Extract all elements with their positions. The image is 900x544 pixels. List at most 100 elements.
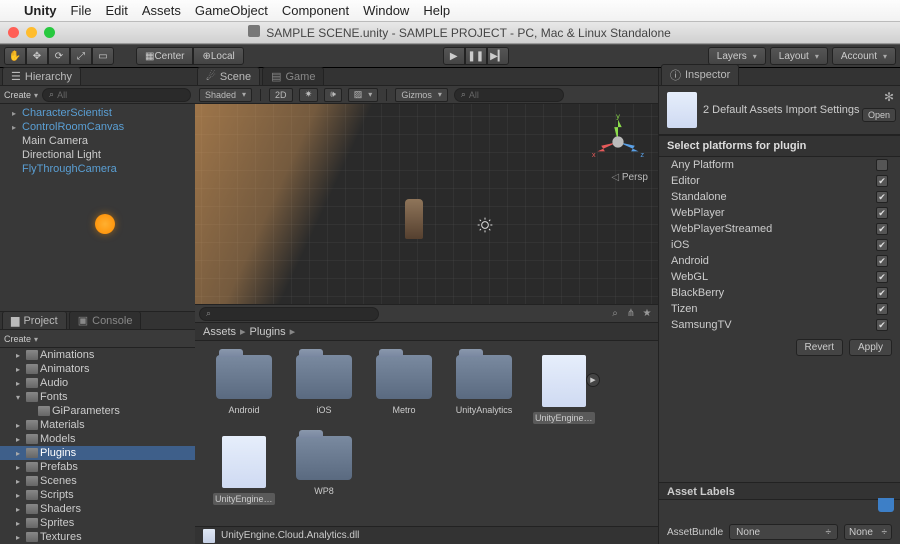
gear-icon[interactable]: ✻: [884, 90, 894, 104]
project-create[interactable]: Create: [4, 334, 38, 344]
menu-edit[interactable]: Edit: [105, 3, 127, 18]
account-dropdown[interactable]: Account: [832, 47, 896, 65]
menu-gameobject[interactable]: GameObject: [195, 3, 268, 18]
project-tree-item[interactable]: ▸Prefabs: [0, 460, 195, 474]
step-button[interactable]: ▶▎: [487, 47, 509, 65]
breadcrumb[interactable]: Assets▸Plugins▸: [195, 323, 658, 341]
projection-label[interactable]: Persp: [611, 172, 648, 183]
game-tab[interactable]: ▤ Game: [262, 67, 324, 85]
space-toggle[interactable]: ⊕ Local: [193, 47, 243, 65]
platform-checkbox[interactable]: ✔: [876, 191, 888, 203]
minimize-window-icon[interactable]: [26, 27, 37, 38]
asset-item[interactable]: iOS: [293, 355, 355, 424]
hierarchy-item[interactable]: FlyThroughCamera: [0, 162, 195, 176]
project-tree-item[interactable]: ▸Models: [0, 432, 195, 446]
filter-icon[interactable]: ⌕: [608, 307, 622, 321]
zoom-window-icon[interactable]: [44, 27, 55, 38]
folder-icon: [26, 364, 38, 374]
project-tree-item[interactable]: ▸Plugins: [0, 446, 195, 460]
project-search[interactable]: [199, 307, 379, 321]
layout-dropdown[interactable]: Layout: [770, 47, 828, 65]
audio-toggle[interactable]: 🕪: [324, 88, 342, 102]
2d-toggle[interactable]: 2D: [269, 88, 293, 102]
scene-view[interactable]: y z x Persp: [195, 104, 658, 304]
platform-checkbox[interactable]: ✔: [876, 223, 888, 235]
menu-file[interactable]: File: [71, 3, 92, 18]
platform-checkbox[interactable]: ✔: [876, 303, 888, 315]
svg-text:x: x: [592, 150, 596, 159]
hand-tool[interactable]: ✋: [4, 47, 26, 65]
platform-checkbox[interactable]: ✔: [876, 207, 888, 219]
assetbundle-variant-dropdown[interactable]: None÷: [844, 524, 892, 540]
platform-checkbox[interactable]: ✔: [876, 319, 888, 331]
platform-row: WebPlayer✔: [659, 205, 900, 221]
gizmos-dropdown[interactable]: Gizmos: [395, 88, 448, 102]
light-toggle[interactable]: ✷: [299, 88, 319, 102]
project-tree-item[interactable]: ▸Animations: [0, 348, 195, 362]
assetbundle-name-dropdown[interactable]: None÷: [729, 524, 838, 540]
project-tree-item[interactable]: ▸Scripts: [0, 488, 195, 502]
menu-app[interactable]: Unity: [24, 3, 57, 18]
scene-search[interactable]: All: [454, 88, 564, 102]
project-tree-item[interactable]: ▸Shaders: [0, 502, 195, 516]
project-tree-item[interactable]: ▸Materials: [0, 418, 195, 432]
platform-checkbox[interactable]: ✔: [876, 255, 888, 267]
inspector-tab[interactable]: ⓘ Inspector: [661, 64, 739, 85]
pivot-toggle[interactable]: ▦ Center: [136, 47, 193, 65]
project-tab[interactable]: ▆ Project: [2, 311, 67, 329]
hierarchy-item[interactable]: ▸CharacterScientist: [0, 106, 195, 120]
console-tab[interactable]: ▣ Console: [69, 311, 142, 329]
project-tree-item[interactable]: ▾Fonts: [0, 390, 195, 404]
pause-button[interactable]: ❚❚: [465, 47, 487, 65]
layers-dropdown[interactable]: Layers: [708, 47, 766, 65]
hierarchy-tab[interactable]: ☰ Hierarchy: [2, 67, 81, 85]
project-tree-item[interactable]: GiParameters: [0, 404, 195, 418]
asset-label: WP8: [293, 485, 355, 497]
close-window-icon[interactable]: [8, 27, 19, 38]
platform-checkbox[interactable]: ✔: [876, 287, 888, 299]
menu-window[interactable]: Window: [363, 3, 409, 18]
scale-tool[interactable]: ⤢: [70, 47, 92, 65]
hierarchy-item[interactable]: ▸ControlRoomCanvas: [0, 120, 195, 134]
play-button[interactable]: ▶: [443, 47, 465, 65]
rect-tool[interactable]: ▭: [92, 47, 114, 65]
orientation-gizmo[interactable]: y z x: [590, 114, 646, 170]
file-icon: ▶: [542, 355, 586, 407]
scene-tab[interactable]: ☄ Scene: [197, 67, 260, 85]
hierarchy-search[interactable]: All: [42, 88, 191, 102]
play-icon[interactable]: ▶: [586, 373, 600, 387]
hierarchy-item[interactable]: Main Camera: [0, 134, 195, 148]
asset-item[interactable]: UnityEngine....: [213, 436, 275, 505]
hierarchy-create[interactable]: Create: [4, 90, 38, 100]
platform-checkbox[interactable]: ✔: [876, 175, 888, 187]
project-tree-item[interactable]: ▸Scenes: [0, 474, 195, 488]
move-tool[interactable]: ✥: [26, 47, 48, 65]
asset-item[interactable]: ▶UnityEngine....: [533, 355, 595, 424]
asset-item[interactable]: Metro: [373, 355, 435, 424]
shading-mode[interactable]: Shaded: [199, 88, 252, 102]
asset-item[interactable]: WP8: [293, 436, 355, 505]
platform-checkbox[interactable]: ✔: [876, 271, 888, 283]
open-button[interactable]: Open: [862, 108, 896, 122]
menu-help[interactable]: Help: [423, 3, 450, 18]
folder-icon: [26, 518, 38, 528]
asset-item[interactable]: Android: [213, 355, 275, 424]
favorite-icon[interactable]: ★: [640, 307, 654, 321]
rotate-tool[interactable]: ⟳: [48, 47, 70, 65]
label-tag-icon[interactable]: [878, 498, 894, 512]
platform-checkbox[interactable]: [876, 159, 888, 171]
project-tree-item[interactable]: ▸Audio: [0, 376, 195, 390]
hierarchy-item[interactable]: Directional Light: [0, 148, 195, 162]
project-tree-item[interactable]: ▸Animators: [0, 362, 195, 376]
menu-component[interactable]: Component: [282, 3, 349, 18]
apply-button[interactable]: Apply: [849, 339, 892, 356]
fx-toggle[interactable]: ▨: [348, 88, 379, 102]
revert-button[interactable]: Revert: [796, 339, 843, 356]
platform-checkbox[interactable]: ✔: [876, 239, 888, 251]
menu-assets[interactable]: Assets: [142, 3, 181, 18]
platform-name: BlackBerry: [671, 287, 724, 299]
save-filter-icon[interactable]: ⋔: [624, 307, 638, 321]
project-tree-item[interactable]: ▸Textures: [0, 530, 195, 544]
asset-item[interactable]: UnityAnalytics: [453, 355, 515, 424]
project-tree-item[interactable]: ▸Sprites: [0, 516, 195, 530]
